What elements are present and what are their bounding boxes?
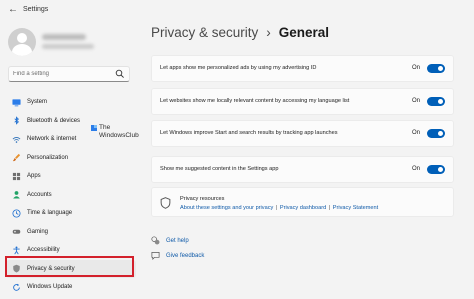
setting-language-list[interactable]: Let websites show me locally relevant co…	[151, 88, 454, 115]
update-icon	[13, 283, 20, 291]
sidebar-item-windows-update[interactable]: Windows Update	[6, 278, 136, 297]
watermark: The WindowsClub	[91, 124, 139, 140]
sidebar-item-label: Gaming	[27, 228, 49, 235]
sidebar-item-label: System	[27, 99, 48, 106]
setting-label: Let apps show me personalized ads by usi…	[160, 65, 317, 71]
gamepad-icon	[12, 229, 21, 234]
search-input[interactable]	[13, 69, 113, 79]
user-name-redacted	[42, 34, 86, 40]
give-feedback-link[interactable]: Give feedback	[166, 253, 204, 259]
globe-clock-icon	[12, 209, 21, 218]
sidebar-item-label: Network & internet	[27, 136, 77, 143]
highlight-annotation	[5, 256, 134, 277]
sidebar-item-label: Time & language	[27, 210, 73, 217]
about-settings-privacy-link[interactable]: About these settings and your privacy	[180, 205, 273, 211]
search-icon[interactable]	[115, 69, 125, 79]
sidebar-item-label: Personalization	[27, 154, 69, 161]
feedback-icon	[151, 251, 160, 260]
give-feedback-row[interactable]: Give feedback	[151, 251, 204, 260]
privacy-resources-card: Privacy resources About these settings a…	[151, 187, 454, 217]
toggle-state-text: On	[411, 130, 420, 136]
toggle-state-text: On	[411, 65, 420, 71]
wifi-icon	[12, 136, 21, 143]
breadcrumb-current: General	[278, 25, 330, 40]
sidebar-item-accounts[interactable]: Accounts	[6, 186, 136, 205]
link-separator: |	[328, 205, 331, 211]
accessibility-icon	[13, 246, 20, 255]
advertising-id-toggle[interactable]	[427, 64, 445, 73]
apps-icon	[12, 172, 21, 180]
title-bar: ← Settings	[0, 0, 474, 22]
language-list-toggle[interactable]	[427, 97, 445, 106]
privacy-resources-title: Privacy resources	[180, 196, 225, 202]
setting-label: Show me suggested content in the Setting…	[160, 166, 279, 172]
watermark-line2: WindowsClub	[99, 132, 139, 139]
sidebar-item-gaming[interactable]: Gaming	[6, 223, 136, 242]
toggle-state-text: On	[411, 166, 420, 172]
app-launch-tracking-toggle[interactable]	[427, 129, 445, 138]
shield-icon	[160, 197, 171, 209]
toggle-knob	[438, 131, 443, 136]
breadcrumb-parent[interactable]: Privacy & security	[151, 25, 258, 40]
search-field[interactable]	[8, 66, 130, 82]
toggle-state-text: On	[411, 98, 420, 104]
person-icon	[13, 191, 20, 199]
page-title: Privacy & security › General	[151, 25, 329, 40]
privacy-resources-links: About these settings and your privacy | …	[180, 205, 378, 211]
help-icon	[151, 236, 160, 245]
sidebar-item-personalization[interactable]: Personalization	[6, 149, 136, 168]
toggle-knob	[438, 66, 443, 71]
sidebar-item-label: Bluetooth & devices	[27, 117, 81, 124]
breadcrumb-separator: ›	[266, 25, 271, 40]
suggested-content-toggle[interactable]	[427, 165, 445, 174]
sidebar-item-time-language[interactable]: Time & language	[6, 204, 136, 223]
toggle-knob	[438, 99, 443, 104]
privacy-dashboard-link[interactable]: Privacy dashboard	[280, 205, 326, 211]
privacy-statement-link[interactable]: Privacy Statement	[333, 205, 378, 211]
monitor-icon	[12, 99, 21, 107]
app-title: Settings	[23, 6, 49, 13]
bluetooth-icon	[14, 116, 19, 125]
sidebar-item-apps[interactable]: Apps	[6, 167, 136, 186]
setting-advertising-id[interactable]: Let apps show me personalized ads by usi…	[151, 55, 454, 82]
sidebar-item-label: Windows Update	[27, 284, 73, 291]
sidebar-item-label: Apps	[27, 173, 41, 180]
brush-icon	[12, 154, 21, 162]
link-separator: |	[275, 205, 278, 211]
get-help-row[interactable]: Get help	[151, 236, 189, 245]
sidebar-item-label: Accounts	[27, 191, 52, 198]
setting-label: Let Windows improve Start and search res…	[160, 130, 338, 136]
watermark-logo-icon	[91, 125, 97, 131]
back-arrow-icon[interactable]: ←	[8, 4, 18, 15]
setting-suggested-content[interactable]: Show me suggested content in the Setting…	[151, 156, 454, 183]
sidebar-item-label: Accessibility	[27, 247, 60, 254]
avatar[interactable]	[8, 28, 36, 56]
setting-label: Let websites show me locally relevant co…	[160, 98, 350, 104]
toggle-knob	[438, 167, 443, 172]
setting-app-launch-tracking[interactable]: Let Windows improve Start and search res…	[151, 120, 454, 147]
user-email-redacted	[42, 44, 94, 49]
get-help-link[interactable]: Get help	[166, 238, 189, 244]
sidebar-item-system[interactable]: System	[6, 93, 136, 112]
watermark-line1: The	[99, 124, 111, 131]
